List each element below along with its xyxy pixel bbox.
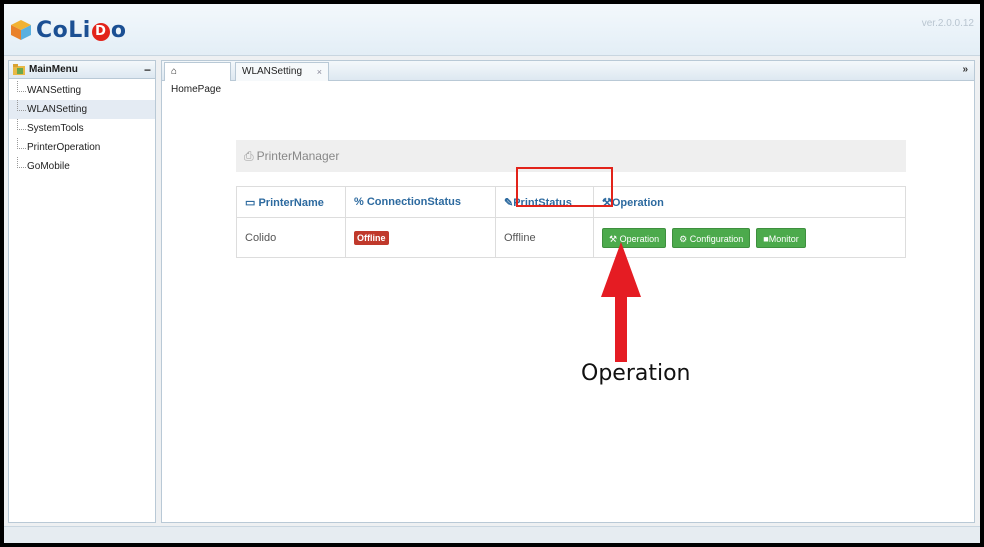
logo-cube-icon <box>11 20 31 40</box>
sidebar-item-gomobile[interactable]: GoMobile <box>9 157 155 176</box>
section-title: PrinterManager <box>256 149 340 163</box>
app-header: CoLi Do ver.2.0.0.12 <box>4 4 980 56</box>
content-panel: ⌂ HomePage WLANSetting × » ⎙ PrinterMana… <box>161 60 975 523</box>
tabs-more-icon[interactable]: » <box>962 64 968 75</box>
pencil-icon: ✎ <box>504 196 514 209</box>
monitor-button[interactable]: ■Monitor <box>756 227 806 248</box>
sidebar-item-systemtools[interactable]: SystemTools <box>9 119 155 138</box>
annotation-arrow-icon <box>601 242 641 362</box>
tab-bar: ⌂ HomePage WLANSetting × » <box>162 61 974 95</box>
laptop-icon: ▭ <box>245 196 256 209</box>
app-window: CoLi Do ver.2.0.0.12 MainMenu − WANSettin… <box>4 4 980 543</box>
footer-bar <box>4 526 980 543</box>
link-icon: % <box>354 196 364 208</box>
col-connection-status: % ConnectionStatus <box>345 186 496 218</box>
sidebar-item-wlansetting[interactable]: WLANSetting <box>9 100 155 119</box>
tab-wlansetting[interactable]: WLANSetting × <box>235 62 329 81</box>
printer-name-cell: Colido <box>236 217 346 258</box>
col-printer-name: ▭ PrinterName <box>236 186 346 218</box>
menu-list: WANSetting WLANSetting SystemTools Print… <box>9 79 155 176</box>
gears-icon: ⚙ <box>679 233 688 244</box>
version-label: ver.2.0.0.12 <box>921 18 974 29</box>
logo: CoLi Do <box>10 14 126 46</box>
printer-icon: ⎙ <box>244 148 254 163</box>
tab-homepage[interactable]: ⌂ HomePage <box>164 62 231 95</box>
sidebar-title: MainMenu <box>29 64 78 75</box>
close-icon[interactable]: × <box>317 63 322 81</box>
connection-status-cell: Offline <box>345 217 496 258</box>
folder-icon <box>13 64 25 75</box>
sidebar-header: MainMenu − <box>9 61 155 79</box>
configuration-button[interactable]: ⚙ Configuration <box>672 227 751 248</box>
operation-highlight-box <box>516 167 613 207</box>
sidebar: MainMenu − WANSetting WLANSetting System… <box>8 60 156 523</box>
logo-text: CoLi Do <box>36 17 127 43</box>
annotation-label: Operation <box>581 361 691 386</box>
tab-wlansetting-label: WLANSetting <box>242 66 303 77</box>
sidebar-item-printeroperation[interactable]: PrinterOperation <box>9 138 155 157</box>
tab-homepage-label: HomePage <box>171 84 222 95</box>
table-row: Colido Offline Offline ⚒ Operation ⚙ Conf… <box>236 217 906 258</box>
status-badge: Offline <box>354 230 389 245</box>
collapse-icon[interactable]: − <box>144 63 151 77</box>
col-operation: ⚒Operation <box>593 186 906 218</box>
sidebar-item-wansetting[interactable]: WANSetting <box>9 81 155 100</box>
print-status-cell: Offline <box>495 217 594 258</box>
home-icon: ⌂ <box>171 66 178 77</box>
